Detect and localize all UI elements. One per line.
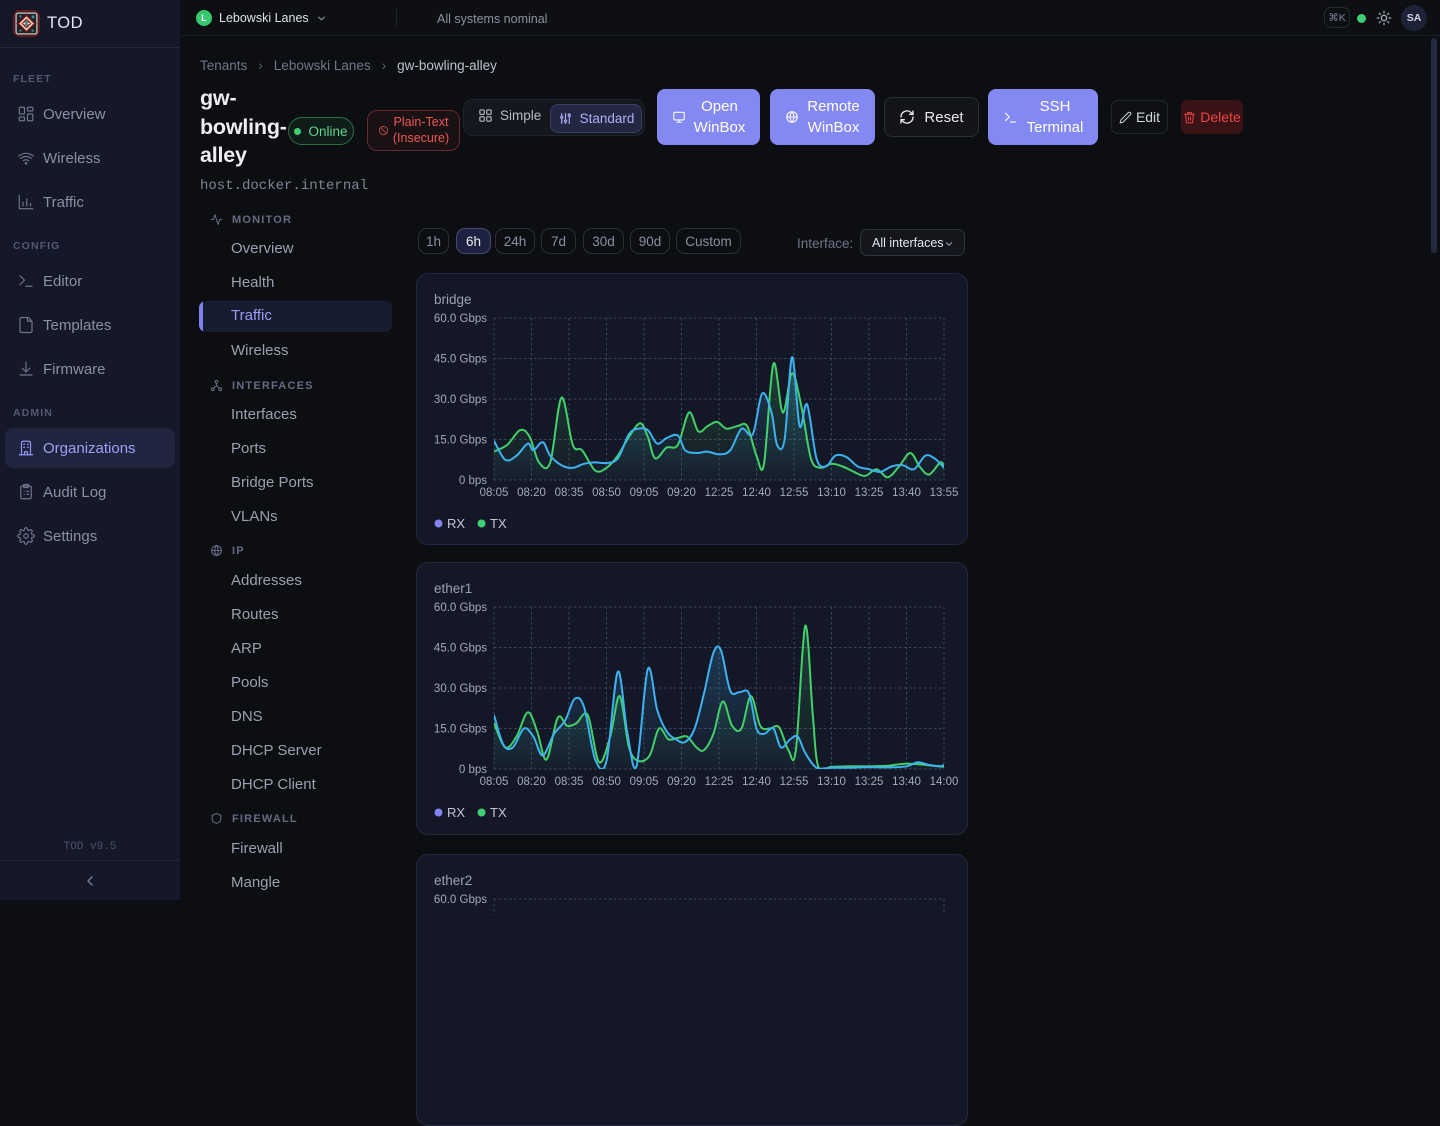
svg-text:08:20: 08:20 <box>517 487 546 499</box>
svg-text:09:20: 09:20 <box>667 487 696 499</box>
svg-text:15.0 Gbps: 15.0 Gbps <box>434 724 487 736</box>
svg-text:0 bps: 0 bps <box>459 475 487 487</box>
svg-text:13:40: 13:40 <box>892 776 921 788</box>
svg-text:30.0 Gbps: 30.0 Gbps <box>434 394 487 406</box>
svg-text:12:25: 12:25 <box>705 776 734 788</box>
svg-text:13:10: 13:10 <box>817 776 846 788</box>
svg-text:13:25: 13:25 <box>855 487 884 499</box>
svg-text:45.0 Gbps: 45.0 Gbps <box>434 354 487 366</box>
svg-text:12:55: 12:55 <box>780 487 809 499</box>
svg-text:08:50: 08:50 <box>592 776 621 788</box>
svg-text:45.0 Gbps: 45.0 Gbps <box>434 643 487 655</box>
svg-text:ether2: ether2 <box>434 873 472 888</box>
svg-text:09:05: 09:05 <box>630 487 659 499</box>
svg-text:08:05: 08:05 <box>480 487 509 499</box>
svg-text:14:00: 14:00 <box>930 776 959 788</box>
svg-text:09:05: 09:05 <box>630 776 659 788</box>
svg-text:60.0 Gbps: 60.0 Gbps <box>434 602 487 614</box>
svg-text:12:55: 12:55 <box>780 776 809 788</box>
svg-text:12:25: 12:25 <box>705 487 734 499</box>
svg-text:08:50: 08:50 <box>592 487 621 499</box>
svg-text:TX: TX <box>490 805 507 820</box>
svg-text:12:40: 12:40 <box>742 487 771 499</box>
svg-text:12:40: 12:40 <box>742 776 771 788</box>
svg-text:08:35: 08:35 <box>555 776 584 788</box>
svg-text:0 bps: 0 bps <box>459 764 487 776</box>
svg-text:30.0 Gbps: 30.0 Gbps <box>434 683 487 695</box>
svg-text:08:20: 08:20 <box>517 776 546 788</box>
svg-text:09:20: 09:20 <box>667 776 696 788</box>
svg-text:08:05: 08:05 <box>480 776 509 788</box>
svg-text:60.0 Gbps: 60.0 Gbps <box>434 894 487 906</box>
svg-text:13:25: 13:25 <box>855 776 884 788</box>
svg-text:13:40: 13:40 <box>892 487 921 499</box>
svg-text:08:35: 08:35 <box>555 487 584 499</box>
svg-text:13:10: 13:10 <box>817 487 846 499</box>
svg-text:RX: RX <box>447 516 465 531</box>
svg-text:ether1: ether1 <box>434 581 472 596</box>
svg-text:bridge: bridge <box>434 292 472 307</box>
svg-text:13:55: 13:55 <box>930 487 959 499</box>
svg-text:60.0 Gbps: 60.0 Gbps <box>434 313 487 325</box>
svg-text:TX: TX <box>490 516 507 531</box>
svg-text:RX: RX <box>447 805 465 820</box>
svg-text:15.0 Gbps: 15.0 Gbps <box>434 435 487 447</box>
